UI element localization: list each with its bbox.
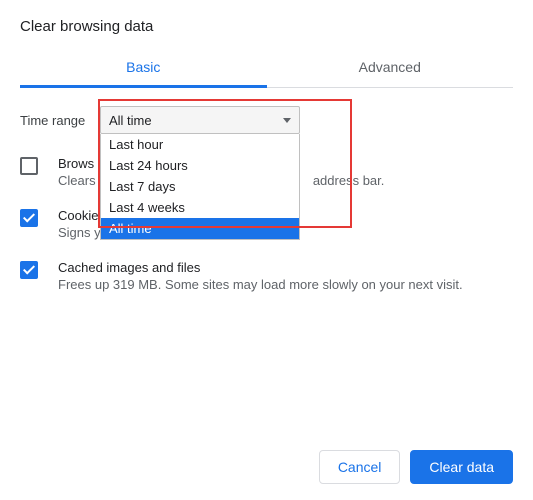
option-last-24-hours[interactable]: Last 24 hours (101, 155, 299, 176)
clear-browsing-data-dialog: Clear browsing data Basic Advanced Time … (0, 0, 533, 292)
visible-title-part: Brows (58, 156, 94, 171)
time-range-selected-value: All time (109, 113, 152, 128)
time-range-dropdown: Last hour Last 24 hours Last 7 days Last… (100, 134, 300, 240)
time-range-select[interactable]: All time (100, 106, 300, 134)
item-title: Cached images and files (58, 260, 513, 275)
dialog-footer: Cancel Clear data (319, 450, 513, 484)
option-last-7-days[interactable]: Last 7 days (101, 176, 299, 197)
tabs: Basic Advanced (20, 49, 513, 88)
time-range-label: Time range (20, 113, 100, 128)
item-cached: Cached images and files Frees up 319 MB.… (20, 260, 513, 292)
time-range-select-wrap: All time Last hour Last 24 hours Last 7 … (100, 106, 300, 134)
desc-right: address bar. (313, 173, 385, 188)
item-desc: Frees up 319 MB. Some sites may load mor… (58, 277, 513, 292)
option-last-4-weeks[interactable]: Last 4 weeks (101, 197, 299, 218)
time-range-row: Time range All time Last hour Last 24 ho… (20, 106, 513, 134)
clear-data-button[interactable]: Clear data (410, 450, 513, 484)
tab-advanced[interactable]: Advanced (267, 49, 514, 87)
cancel-button[interactable]: Cancel (319, 450, 401, 484)
checkbox-cached[interactable] (20, 261, 38, 279)
option-last-hour[interactable]: Last hour (101, 134, 299, 155)
checkbox-browsing-history[interactable] (20, 157, 38, 175)
chevron-down-icon (283, 118, 291, 123)
checkbox-cookies[interactable] (20, 209, 38, 227)
dialog-title: Clear browsing data (20, 18, 513, 35)
option-all-time[interactable]: All time (101, 218, 299, 239)
desc-left: Clears (58, 173, 96, 188)
dialog-body: Time range All time Last hour Last 24 ho… (20, 88, 513, 292)
tab-basic[interactable]: Basic (20, 49, 267, 88)
item-text: Cached images and files Frees up 319 MB.… (58, 260, 513, 292)
